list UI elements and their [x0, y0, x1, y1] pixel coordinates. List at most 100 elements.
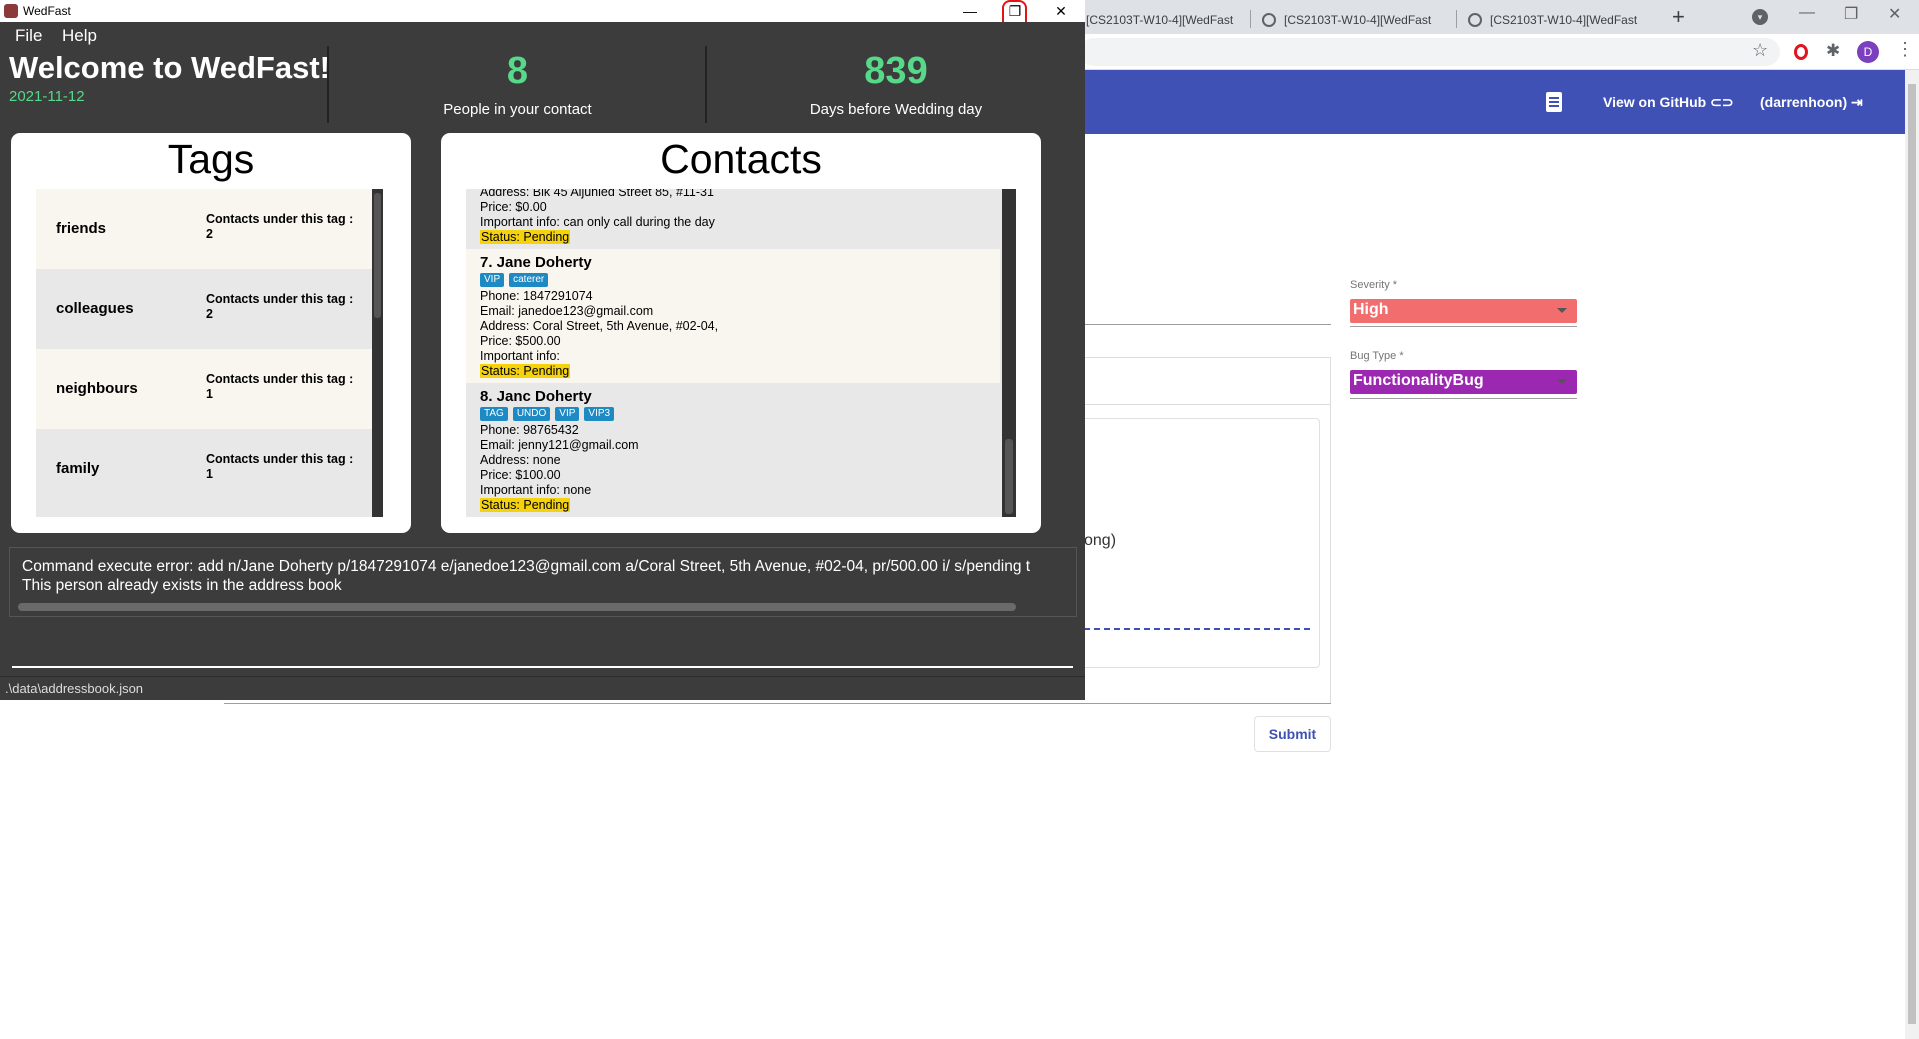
command-box[interactable] — [0, 624, 1085, 680]
tag-row[interactable]: friends Contacts under this tag :2 — [36, 189, 373, 269]
menu-help[interactable]: Help — [62, 26, 97, 46]
field-underline — [1084, 324, 1331, 325]
severity-value: High — [1353, 301, 1389, 318]
contact-tags: VIP caterer — [480, 273, 549, 287]
browser-tab[interactable]: [CS2103T-W10-4][WedFast ✕ — [1262, 6, 1438, 34]
form-divider — [224, 703, 1331, 704]
panel-divider — [1084, 404, 1331, 405]
contact-status: Status: Pending — [480, 498, 571, 512]
opera-extension-icon[interactable] — [1794, 44, 1808, 60]
tag-name: family — [56, 460, 100, 477]
tags-scrollbar[interactable] — [372, 189, 383, 517]
contact-card[interactable]: 8. Janc Doherty TAG UNDO VIP VIP3 Phone:… — [466, 383, 1000, 517]
severity-label: Severity * — [1350, 279, 1398, 291]
contacts-card: Contacts Address: Blk 45 Aljunied Street… — [441, 133, 1041, 533]
data-file-path: .\data\addressbook.json — [5, 681, 144, 696]
contact-phone: Phone: 1847291074 — [480, 289, 593, 303]
page-scrollbar[interactable] — [1905, 70, 1919, 1039]
status-bar: .\data\addressbook.json — [0, 676, 1085, 700]
menu-file[interactable]: File — [15, 26, 42, 46]
document-icon[interactable] — [1546, 92, 1562, 112]
command-input-underline — [12, 666, 1073, 668]
panels-area: Tags friends Contacts under this tag :2 … — [0, 123, 1085, 546]
contact-status: Status: Pending — [480, 230, 571, 244]
bug-type-value: FunctionalityBug — [1353, 372, 1484, 389]
new-tab-button[interactable]: + — [1672, 4, 1685, 30]
contacts-list: Address: Blk 45 Aljunied Street 85, #11-… — [466, 189, 1016, 517]
contact-card[interactable]: 7. Jane Doherty VIP caterer Phone: 18472… — [466, 249, 1000, 383]
chevron-down-icon — [1557, 308, 1567, 313]
restore-icon[interactable]: ❐ — [1844, 4, 1858, 24]
scrollbar-thumb[interactable] — [1005, 439, 1013, 514]
result-message: Command execute error: add n/Jane Dohert… — [22, 558, 1031, 594]
contact-info: Important info: none — [480, 483, 592, 497]
contact-info: Important info: can only call during the… — [480, 215, 715, 229]
tag-name: friends — [56, 220, 107, 237]
contact-status: Status: Pending — [480, 364, 571, 378]
contact-card-partial[interactable]: Address: Blk 45 Aljunied Street 85, #11-… — [466, 189, 1000, 249]
tag-row[interactable]: colleagues Contacts under this tag :2 — [36, 269, 373, 349]
contact-name: 8. Janc Doherty — [480, 388, 592, 405]
globe-icon — [1262, 13, 1276, 27]
close-icon[interactable]: ✕ — [1050, 0, 1072, 22]
scrollbar-thumb[interactable] — [1908, 84, 1916, 1024]
result-display[interactable]: Command execute error: add n/Jane Dohert… — [9, 547, 1077, 617]
wedfast-titlebar: WedFast — ❐ ✕ — [0, 0, 1085, 32]
wedfast-window: WedFast — ❐ ✕ File Help Welcome to WedFa… — [0, 0, 1085, 700]
tags-card: Tags friends Contacts under this tag :2 … — [11, 133, 411, 533]
contact-address: Address: Coral Street, 5th Avenue, #02-0… — [480, 319, 719, 333]
days-count-label: Days before Wedding day — [809, 101, 983, 118]
view-on-github-link[interactable]: View on GitHub ⊂⊃ — [1603, 94, 1734, 111]
tag-badge: caterer — [509, 273, 549, 287]
tab-title: [CS2103T-W10-4][WedFast — [1284, 13, 1432, 27]
result-horizontal-scrollbar[interactable] — [18, 603, 1016, 611]
profile-avatar[interactable]: D — [1857, 41, 1879, 63]
bug-type-select[interactable]: FunctionalityBug — [1350, 370, 1577, 394]
editor-text-fragment: ong) — [1084, 532, 1117, 549]
bug-type-underline — [1350, 398, 1577, 399]
panel-border — [1330, 357, 1331, 703]
tag-badge: VIP3 — [584, 407, 615, 421]
browser-tab[interactable]: [CS2103T-W10-4][WedFast ✕ — [1468, 6, 1644, 34]
user-logout-button[interactable]: (darrenhoon) ⇥ — [1760, 94, 1863, 111]
more-menu-icon[interactable]: ⋮ — [1896, 39, 1914, 60]
tag-row[interactable]: neighbours Contacts under this tag :1 — [36, 349, 373, 429]
tab-separator — [1456, 10, 1457, 28]
severity-underline — [1350, 326, 1577, 327]
tag-name: colleagues — [56, 300, 134, 317]
dashed-drop-zone — [1084, 628, 1310, 630]
welcome-panel: Welcome to WedFast! 2021-11-12 — [0, 46, 330, 123]
screen: [CS2103T-W10-4][WedFast ✕ [CS2103T-W10-4… — [0, 0, 1919, 1039]
minimize-icon[interactable]: — — [960, 0, 980, 22]
minimize-icon[interactable]: — — [1799, 4, 1815, 22]
tag-badge: VIP — [555, 407, 580, 421]
chevron-down-icon — [1557, 379, 1567, 384]
tag-count-text: Contacts under this tag :2 — [206, 212, 354, 241]
extensions-puzzle-icon[interactable]: ✱ — [1826, 41, 1840, 61]
contact-phone: Phone: 98765432 — [480, 423, 579, 437]
submit-button[interactable]: Submit — [1254, 716, 1331, 752]
people-count-panel: 8 People in your contact — [329, 46, 706, 123]
current-date: 2021-11-12 — [9, 88, 85, 105]
address-bar[interactable] — [1080, 38, 1780, 66]
panel-border — [1084, 357, 1331, 358]
tag-count-text: Contacts under this tag :1 — [206, 452, 354, 481]
people-count-label: People in your contact — [443, 101, 592, 118]
tags-list: friends Contacts under this tag :2 colle… — [36, 189, 383, 517]
description-editor[interactable] — [1084, 418, 1320, 668]
contact-address: Address: Blk 45 Aljunied Street 85, #11-… — [480, 189, 714, 199]
tag-badge: VIP — [480, 273, 505, 287]
logout-icon: ⇥ — [1851, 94, 1863, 110]
severity-select[interactable]: High — [1350, 299, 1577, 323]
tab-title: [CS2103T-W10-4][WedFast — [1490, 13, 1638, 27]
tag-row[interactable]: family Contacts under this tag :1 — [36, 429, 373, 509]
contacts-scrollbar[interactable] — [1002, 189, 1016, 517]
bookmark-star-icon[interactable]: ☆ — [1752, 40, 1768, 61]
people-count: 8 — [506, 50, 529, 92]
tab-search-icon[interactable]: ▾ — [1752, 9, 1768, 25]
close-icon[interactable]: ✕ — [1888, 4, 1901, 24]
scrollbar-thumb[interactable] — [374, 193, 381, 318]
command-input[interactable] — [12, 638, 1073, 664]
bug-type-label: Bug Type * — [1350, 350, 1404, 362]
browser-tab[interactable]: [CS2103T-W10-4][WedFast ✕ — [1086, 6, 1238, 34]
